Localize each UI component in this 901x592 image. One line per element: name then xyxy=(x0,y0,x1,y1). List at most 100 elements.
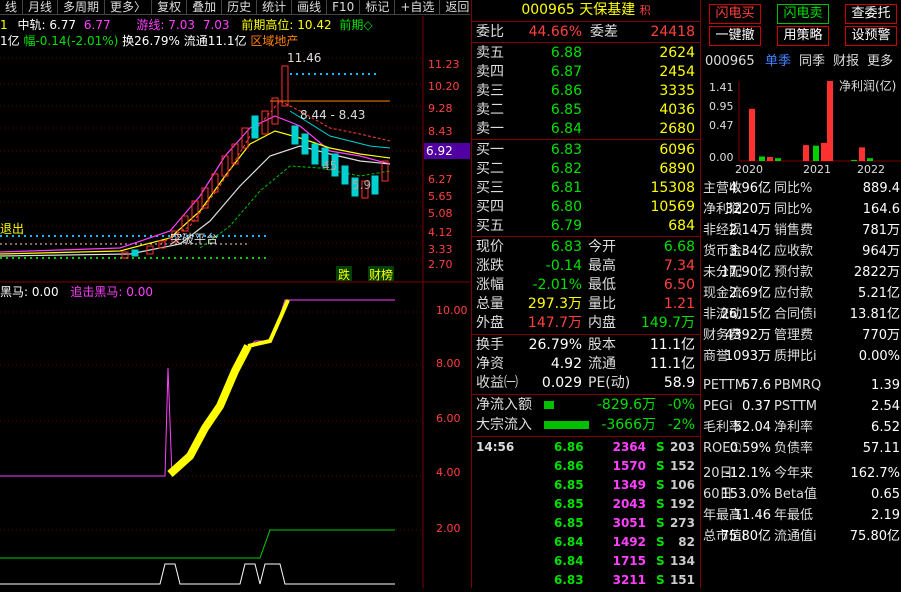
legend-turnover: 换26.79% xyxy=(122,34,180,48)
fin-value: 4.96亿 xyxy=(729,181,771,196)
flow-pct: -2% xyxy=(667,417,695,433)
fin-row: 总市值ⅰ 75.80亿 流通值ⅰ 75.80亿 xyxy=(701,527,901,546)
candle xyxy=(281,65,289,107)
fin-label-2: 预付款 xyxy=(774,265,814,280)
fin-value-2: 0.00% xyxy=(858,349,900,364)
fin-row: 毛利率 52.04 净利率 6.52 xyxy=(701,418,901,437)
fin-value: 75.80亿 xyxy=(720,529,771,544)
toolbar-item[interactable]: 多周期 xyxy=(58,0,106,14)
ask-volume: 3335 xyxy=(659,83,695,99)
cancel-all-button[interactable]: 一键撤 xyxy=(709,26,761,46)
tick-time: 14:56 xyxy=(476,440,515,454)
ask-label: 卖四 xyxy=(476,64,504,80)
toolbar-item[interactable]: 月线 xyxy=(23,0,59,14)
bid-volume: 6890 xyxy=(659,161,695,177)
flash-buy-button[interactable]: 闪电买 xyxy=(709,4,761,24)
toolbar-item[interactable]: 统计 xyxy=(257,0,293,14)
price-tick: 2.70 xyxy=(428,258,453,271)
tick-count: 203 xyxy=(669,440,695,454)
fin-label-2: 销售费 xyxy=(774,223,814,238)
toolbar-item[interactable]: 更多〉 xyxy=(105,0,153,14)
ask-row: 卖一 6.84 2680 xyxy=(472,119,700,139)
legend-mid-band: 中轨: 6.77 xyxy=(17,18,77,32)
flash-sell-button[interactable]: 闪电卖 xyxy=(777,4,829,24)
tick-row: 6.85 1349 S 106 xyxy=(472,475,700,495)
fin-value-2: 2.19 xyxy=(871,508,900,523)
fin-value-2: 75.80亿 xyxy=(849,529,900,544)
tab-quarter[interactable]: 单季 xyxy=(765,52,791,71)
check-orders-button[interactable]: 查委托 xyxy=(845,4,897,24)
tick-price: 6.86 xyxy=(554,440,584,454)
bid-volume: 15308 xyxy=(650,180,695,196)
toolbar-item[interactable]: 复权 xyxy=(152,0,188,14)
fin-value-2: 164.6 xyxy=(862,202,900,217)
fin-label-2: 合同债ⅰ xyxy=(774,307,817,322)
fin-label-2: 应付款 xyxy=(774,286,814,301)
indicator-legend-1: 1 中轨: 6.77 6.77 游线: 7.03 7.03 前期高位: 10.4… xyxy=(0,16,373,33)
tab-report[interactable]: 财报 xyxy=(833,52,859,71)
ask-row: 卖五 6.88 2624 xyxy=(472,43,700,63)
ask-row: 卖三 6.86 3335 xyxy=(472,81,700,101)
lower-tick: 8.00 xyxy=(436,357,461,370)
stock-code: 000965 xyxy=(521,2,575,18)
stock-flag: 积 xyxy=(639,4,651,17)
lower-tick: 6.00 xyxy=(436,412,461,425)
stat2-label: 换手 xyxy=(476,337,504,353)
toolbar-item[interactable]: +自选 xyxy=(395,0,441,14)
stat2-label-2: 股本 xyxy=(588,337,616,353)
candle xyxy=(291,125,299,145)
bid-label: 买二 xyxy=(476,161,504,177)
flow-value: -829.6万 xyxy=(596,397,656,413)
badge-fall[interactable]: 跌 xyxy=(336,266,352,282)
tick-volume: 1492 xyxy=(612,535,646,549)
legend-change: 幅-0.14(-2.01%) xyxy=(23,34,119,48)
stat-row: 现价 6.83 今开 6.68 xyxy=(472,237,700,257)
badge-finance[interactable]: 财榜 xyxy=(368,266,394,282)
toolbar-item[interactable]: 叠加 xyxy=(187,0,223,14)
profit-bar xyxy=(803,145,809,161)
tick-volume: 3051 xyxy=(612,516,646,530)
profit-bar xyxy=(775,158,781,161)
strategy-button[interactable]: 用策略 xyxy=(777,26,829,46)
toolbar-item[interactable]: F10 xyxy=(327,0,361,14)
stat-row: 外盘 147.7万 内盘 149.7万 xyxy=(472,313,700,333)
fin-value: 57.6 xyxy=(742,378,771,393)
toolbar-item[interactable]: 历史 xyxy=(222,0,258,14)
flow-bar xyxy=(544,421,589,429)
bid-row: 买一 6.83 6096 xyxy=(472,140,700,160)
annot-out: 退出 xyxy=(0,222,25,236)
tab-same-quarter[interactable]: 同季 xyxy=(799,52,825,71)
tick-count: 192 xyxy=(669,497,695,511)
bid-row: 买三 6.81 15308 xyxy=(472,178,700,198)
fin-label-2: 管理费 xyxy=(774,328,814,343)
toolbar-item[interactable]: 线 xyxy=(0,0,24,14)
bid-row: 买四 6.80 10569 xyxy=(472,197,700,217)
tick-count: 106 xyxy=(669,478,695,492)
price-axis: 11.2310.209.288.437.676.275.655.084.123.… xyxy=(428,50,470,271)
stat-label-2: 今开 xyxy=(588,239,616,255)
stat-row: 涨跌 -0.14 最高 7.34 xyxy=(472,256,700,276)
mini-y-tick: 1.41 xyxy=(709,81,734,94)
ask-label: 卖二 xyxy=(476,102,504,118)
mini-chart-title: 净利润(亿) xyxy=(839,79,897,93)
bid-label: 买五 xyxy=(476,218,504,234)
stat2-row: 换手 26.79% 股本 11.1亿 xyxy=(472,335,700,355)
kline-svg[interactable] xyxy=(0,16,470,588)
toolbar-item[interactable]: 标记 xyxy=(360,0,396,14)
tick-side: S xyxy=(656,535,665,549)
fin-value-2: 889.4 xyxy=(862,181,900,196)
fin-value: 17.90亿 xyxy=(720,265,771,280)
profit-bar xyxy=(767,157,773,161)
toolbar-item[interactable]: 返回 xyxy=(440,0,470,14)
tab-more[interactable]: 更多 xyxy=(867,52,893,71)
toolbar-item[interactable]: 画线 xyxy=(292,0,328,14)
price-tick: 8.43 xyxy=(428,125,453,138)
bid-label: 买三 xyxy=(476,180,504,196)
alert-button[interactable]: 设预警 xyxy=(845,26,897,46)
candle xyxy=(311,143,319,165)
weibi-value: 44.66% xyxy=(528,24,582,40)
fin-value: 26.15亿 xyxy=(720,307,771,322)
kline-chart[interactable] xyxy=(0,16,470,588)
quote-panel: 000965 天保基建 积 委比 44.66% 委差 24418 卖五 6.88 2… xyxy=(471,0,700,588)
fin-row: 未分配 17.90亿 预付款 2822万 xyxy=(701,263,901,282)
